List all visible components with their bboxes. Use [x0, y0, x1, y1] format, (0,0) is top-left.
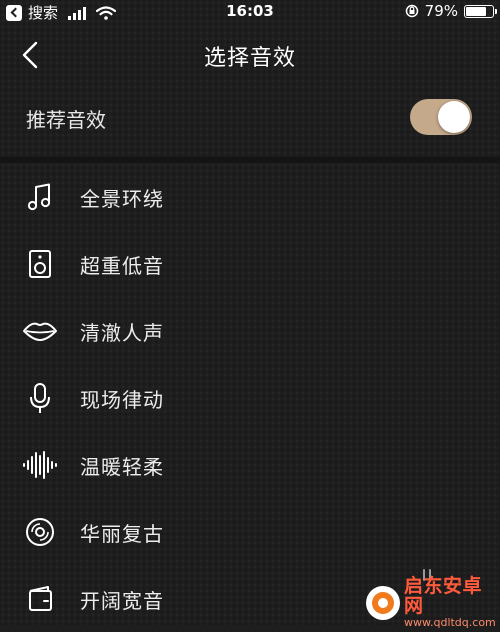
nav-bar: 选择音效	[0, 24, 500, 84]
watermark-title: 启东安卓网	[404, 574, 483, 618]
battery-icon	[464, 4, 497, 18]
effect-item-clear-vocals[interactable]: 清澈人声	[0, 297, 500, 364]
wallet-icon	[22, 581, 58, 617]
effect-item-live-groove[interactable]: 现场律动	[0, 364, 500, 431]
lips-icon	[22, 313, 58, 349]
effect-item-gorgeous-retro[interactable]: 华丽复古	[0, 498, 500, 565]
sound-effects-list: 全景环绕 超重低音 清澈人声 现场律动 温暖轻柔 华丽复古 开阔宽音	[0, 163, 500, 632]
recommend-effects-row: 推荐音效	[0, 90, 500, 146]
effect-label: 华丽复古	[80, 522, 164, 546]
page-title: 选择音效	[203, 46, 296, 71]
speaker-icon	[22, 246, 58, 282]
watermark-text: 启东安卓网 www.qdltdq.com	[404, 574, 500, 630]
microphone-icon	[22, 380, 58, 416]
toggle-knob	[438, 101, 470, 133]
recommend-effects-toggle[interactable]	[410, 99, 472, 135]
effect-label: 全景环绕	[80, 187, 164, 211]
effect-item-warm-soft[interactable]: 温暖轻柔	[0, 431, 500, 498]
recommend-effects-label: 推荐音效	[26, 108, 106, 132]
vinyl-disc-icon	[22, 514, 58, 550]
watermark-logo-icon	[366, 585, 400, 620]
status-right: 79%	[405, 2, 497, 20]
effect-label: 温暖轻柔	[80, 455, 164, 479]
status-bar: 搜索 16:03 79%	[0, 0, 500, 24]
battery-fill	[466, 6, 486, 16]
effect-label: 超重低音	[80, 254, 164, 278]
effect-label: 清澈人声	[80, 321, 164, 345]
effect-label: 现场律动	[80, 388, 164, 412]
watermark-url: www.qdltdq.com	[404, 616, 496, 630]
effect-item-super-bass[interactable]: 超重低音	[0, 230, 500, 297]
waveform-icon	[22, 447, 58, 483]
site-watermark: 启东安卓网 www.qdltdq.com	[366, 575, 500, 629]
music-note-icon	[22, 179, 58, 215]
effect-label: 开阔宽音	[80, 589, 164, 613]
orientation-lock-icon	[405, 4, 418, 18]
battery-percent: 79%	[424, 2, 458, 20]
effect-item-panoramic-surround[interactable]: 全景环绕	[0, 163, 500, 230]
